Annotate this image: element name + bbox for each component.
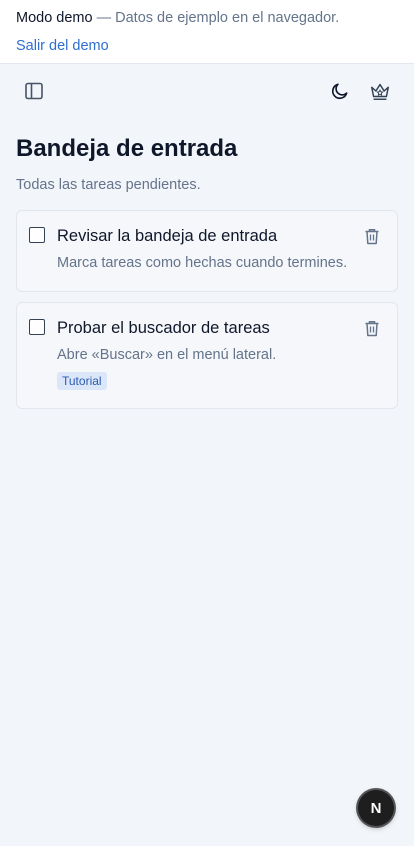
trash-icon xyxy=(365,228,379,244)
task-list: Revisar la bandeja de entrada Marca tare… xyxy=(16,210,398,409)
task-item[interactable]: Revisar la bandeja de entrada Marca tare… xyxy=(16,210,398,292)
premium-button[interactable] xyxy=(365,76,395,106)
page-subtitle: Todas las tareas pendientes. xyxy=(16,177,201,193)
floating-action-button[interactable]: N xyxy=(358,790,394,826)
trash-icon xyxy=(365,320,379,336)
moon-icon xyxy=(331,83,348,100)
main-content: Bandeja de entrada Todas las tareas pend… xyxy=(16,118,398,419)
task-checkbox[interactable] xyxy=(29,319,45,335)
crown-icon xyxy=(371,83,389,100)
task-tag[interactable]: Tutorial xyxy=(57,372,107,390)
sidebar-toggle-button[interactable] xyxy=(19,76,49,106)
task-description: Marca tareas como hechas cuando termines… xyxy=(57,255,348,271)
task-title: Probar el buscador de tareas xyxy=(57,319,270,337)
demo-description: — Datos de ejemplo en el navegador. xyxy=(92,10,340,26)
task-checkbox[interactable] xyxy=(29,227,45,243)
sidebar-panel-icon xyxy=(25,82,43,100)
task-title: Revisar la bandeja de entrada xyxy=(57,227,278,245)
delete-task-button[interactable] xyxy=(363,319,381,337)
delete-task-button[interactable] xyxy=(363,227,381,245)
exit-demo-link[interactable]: Salir del demo xyxy=(16,37,109,55)
theme-toggle-button[interactable] xyxy=(325,76,355,106)
task-item[interactable]: Probar el buscador de tareas Abre «Busca… xyxy=(16,302,398,409)
demo-banner: Modo demo — Datos de ejemplo en el naveg… xyxy=(0,0,414,64)
top-toolbar xyxy=(0,64,414,118)
demo-mode-label: Modo demo xyxy=(16,10,93,26)
demo-banner-text: Modo demo — Datos de ejemplo en el naveg… xyxy=(16,9,398,27)
task-description: Abre «Buscar» en el menú lateral. xyxy=(57,347,277,363)
page-title: Bandeja de entrada xyxy=(16,135,238,162)
